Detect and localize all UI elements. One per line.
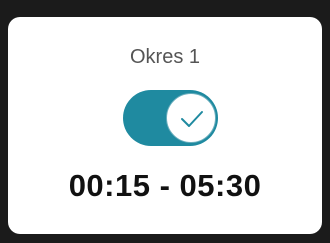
period-toggle[interactable] — [123, 90, 218, 146]
period-title: Okres 1 — [129, 46, 201, 68]
checkmark-icon — [181, 111, 203, 127]
time-range: 00:15 - 05:30 — [68, 168, 262, 203]
toggle-knob[interactable] — [166, 93, 216, 143]
